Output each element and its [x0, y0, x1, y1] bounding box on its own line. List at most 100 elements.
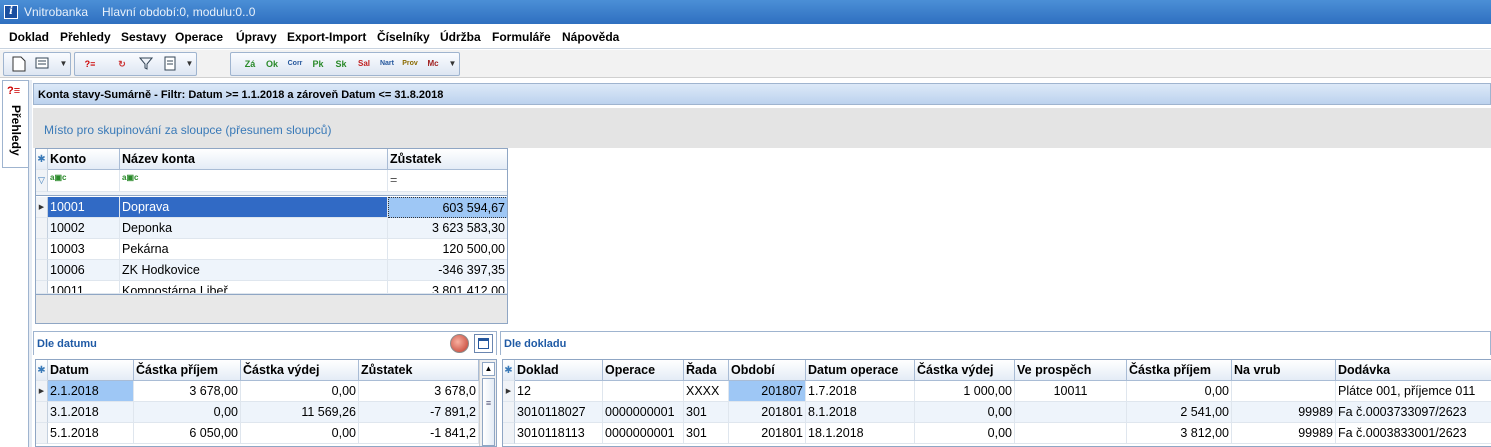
list-settings-icon[interactable]: [34, 56, 52, 72]
column-header-zustatek[interactable]: Zůstatek: [359, 360, 479, 381]
column-header-datum-operace[interactable]: Datum operace: [806, 360, 915, 381]
column-header-operace[interactable]: Operace: [603, 360, 684, 381]
table-cell[interactable]: 3 801 412,00: [388, 281, 507, 294]
sal-icon[interactable]: Sal: [355, 56, 373, 72]
table-cell[interactable]: 201807: [729, 381, 806, 402]
pk-icon[interactable]: Pk: [309, 56, 327, 72]
asterisk-icon[interactable]: ✱: [36, 360, 48, 381]
column-header-na-vrub[interactable]: Na vrub: [1232, 360, 1336, 381]
table-cell[interactable]: 0,00: [915, 423, 1015, 444]
table-cell[interactable]: 3010118027: [515, 402, 603, 423]
column-header-castka-prijem[interactable]: Částka příjem: [1127, 360, 1232, 381]
column-header-rada[interactable]: Řada: [684, 360, 729, 381]
table-cell[interactable]: -346 397,35: [388, 260, 507, 281]
table-cell[interactable]: 3010118113: [515, 423, 603, 444]
nart-icon[interactable]: Nart: [378, 56, 396, 72]
table-cell[interactable]: 201801: [729, 402, 806, 423]
column-header-zustatek[interactable]: Zůstatek: [388, 149, 507, 170]
corr-icon[interactable]: Corr: [286, 56, 304, 72]
help-icon[interactable]: ?≡: [81, 56, 99, 72]
row-indicator[interactable]: [36, 402, 48, 423]
new-document-icon[interactable]: [10, 56, 28, 72]
table-cell[interactable]: [1232, 381, 1336, 402]
refresh-icon[interactable]: ↻: [113, 56, 131, 72]
table-cell[interactable]: ZK Hodkovice: [120, 260, 388, 281]
table-cell[interactable]: 3.1.2018: [48, 402, 134, 423]
table-cell[interactable]: 6 050,00: [134, 423, 241, 444]
prov-icon[interactable]: Prov: [401, 56, 419, 72]
scroll-thumb[interactable]: ≡: [482, 378, 495, 446]
table-cell[interactable]: 2.1.2018: [48, 381, 134, 402]
table-cell[interactable]: Kompostárna Libeř: [120, 281, 388, 294]
table-cell[interactable]: 10001: [48, 197, 120, 218]
menu-formulare[interactable]: Formuláře: [492, 30, 551, 44]
table-cell[interactable]: 99989: [1232, 423, 1336, 444]
table-cell[interactable]: 301: [684, 402, 729, 423]
table-cell[interactable]: 603 594,67: [388, 197, 507, 218]
row-indicator[interactable]: [503, 423, 515, 444]
left-splitter[interactable]: [28, 80, 32, 447]
table-cell[interactable]: [1015, 402, 1127, 423]
row-indicator[interactable]: [36, 423, 48, 444]
table-cell[interactable]: 0,00: [1127, 381, 1232, 402]
row-indicator-icon[interactable]: ▶: [36, 197, 48, 218]
table-cell[interactable]: -1 841,2: [359, 423, 479, 444]
asterisk-icon[interactable]: ✱: [503, 360, 515, 381]
column-header-datum[interactable]: Datum: [48, 360, 134, 381]
asterisk-icon[interactable]: ✱: [36, 149, 48, 170]
table-cell[interactable]: 10011: [48, 281, 120, 294]
menu-prehledy[interactable]: Přehledy: [60, 30, 111, 44]
menu-udrzba[interactable]: Údržba: [440, 30, 481, 44]
menu-sestavy[interactable]: Sestavy: [121, 30, 166, 44]
table-cell[interactable]: 18.1.2018: [806, 423, 915, 444]
table-cell[interactable]: Plátce 001, příjemce 011: [1336, 381, 1491, 402]
table-cell[interactable]: 1.7.2018: [806, 381, 915, 402]
row-indicator[interactable]: [36, 281, 48, 294]
table-cell[interactable]: 0,00: [241, 381, 359, 402]
column-header-castka-vydej[interactable]: Částka výdej: [915, 360, 1015, 381]
table-cell[interactable]: 8.1.2018: [806, 402, 915, 423]
table-cell[interactable]: 10003: [48, 239, 120, 260]
filter-icon[interactable]: ▽: [36, 170, 48, 192]
row-indicator[interactable]: [36, 239, 48, 260]
table-cell[interactable]: Fa č.0003733097/2623: [1336, 402, 1491, 423]
table-cell[interactable]: Pekárna: [120, 239, 388, 260]
table-cell[interactable]: 12: [515, 381, 603, 402]
table-cell[interactable]: 5.1.2018: [48, 423, 134, 444]
table-cell[interactable]: [1015, 423, 1127, 444]
chevron-down-icon[interactable]: ▼: [448, 56, 457, 72]
row-indicator-icon[interactable]: ▶: [503, 381, 515, 402]
table-cell[interactable]: 0,00: [915, 402, 1015, 423]
table-cell[interactable]: 201801: [729, 423, 806, 444]
table-cell[interactable]: 0,00: [134, 402, 241, 423]
table-cell[interactable]: 10002: [48, 218, 120, 239]
row-indicator[interactable]: [36, 260, 48, 281]
table-cell[interactable]: 10006: [48, 260, 120, 281]
row-indicator[interactable]: [36, 218, 48, 239]
table-cell[interactable]: 0000000001: [603, 402, 684, 423]
column-header-obdobi[interactable]: Období: [729, 360, 806, 381]
column-header-dodavka[interactable]: Dodávka: [1336, 360, 1491, 381]
table-cell[interactable]: [603, 381, 684, 402]
column-header-konto[interactable]: Konto: [48, 149, 120, 170]
menu-napoveda[interactable]: Nápověda: [562, 30, 619, 44]
column-header-nazev[interactable]: Název konta: [120, 149, 388, 170]
table-cell[interactable]: 3 678,00: [134, 381, 241, 402]
table-cell[interactable]: 3 678,0: [359, 381, 479, 402]
table-cell[interactable]: Deponka: [120, 218, 388, 239]
table-cell[interactable]: 3 812,00: [1127, 423, 1232, 444]
table-cell[interactable]: 3 623 583,30: [388, 218, 507, 239]
menu-doklad[interactable]: Doklad: [9, 30, 49, 44]
column-header-castka-vydej[interactable]: Částka výdej: [241, 360, 359, 381]
chevron-down-icon[interactable]: ▼: [59, 56, 68, 72]
color-settings-icon[interactable]: [450, 334, 469, 353]
maximize-icon[interactable]: [474, 334, 493, 353]
filter-icon[interactable]: [137, 56, 155, 72]
filter-konto-icon[interactable]: a▣c: [48, 170, 120, 192]
filter-zustatek-icon[interactable]: =: [388, 170, 507, 192]
group-by-area[interactable]: Místo pro skupinování za sloupce (přesun…: [33, 108, 1491, 148]
table-cell[interactable]: 0,00: [241, 423, 359, 444]
scroll-up-icon[interactable]: ▲: [482, 362, 495, 376]
za-icon[interactable]: Zá: [241, 56, 259, 72]
table-cell[interactable]: Fa č.0003833001/2623: [1336, 423, 1491, 444]
